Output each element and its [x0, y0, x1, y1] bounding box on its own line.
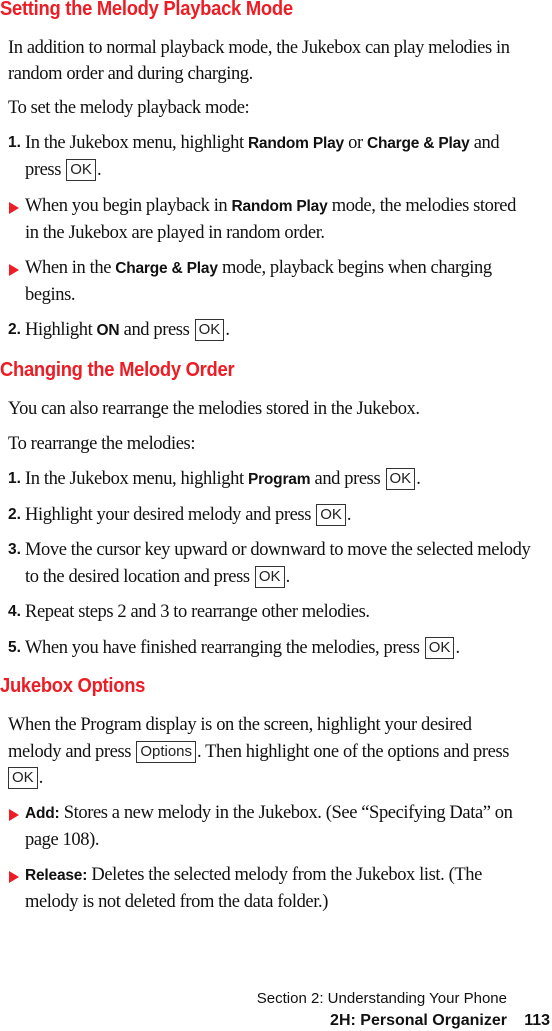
footer-chapter: 2H: Personal Organizer [330, 1012, 507, 1029]
footer-section: Section 2: Understanding Your Phone [256, 990, 507, 1007]
manual-page: Setting the Melody Playback Mode In addi… [0, 0, 552, 1031]
heading-melody-order: Changing the Melody Order [0, 359, 235, 381]
step-text: When you have finished rearranging the m… [25, 635, 460, 661]
text: . [225, 320, 230, 340]
options-key: Options [136, 741, 197, 763]
heading-jukebox-options: Jukebox Options [0, 675, 146, 697]
bullet-text: When in the Charge & Play mode, playback… [25, 255, 492, 282]
text: mode, the melodies stored [327, 196, 517, 216]
step-number: 1. [8, 134, 21, 151]
text: When you begin playback in [25, 196, 232, 216]
ok-key: OK [66, 159, 96, 181]
text: . Then highlight one of the options and … [197, 742, 510, 762]
bold-term: Charge & Play [115, 260, 218, 277]
step-text: Move the cursor key upward or downward t… [25, 540, 531, 560]
bullet-text-cont: page 108). [25, 830, 100, 850]
bold-term: Charge & Play [367, 135, 470, 152]
text: When you have finished rearranging the m… [25, 638, 424, 658]
text: . [346, 505, 352, 525]
paragraph-lead: To rearrange the melodies: [8, 434, 196, 454]
step-number: 4. [8, 603, 21, 620]
text: or [343, 133, 367, 153]
paragraph-line: OK. [8, 765, 43, 791]
bold-term: Release: [25, 867, 88, 884]
ok-key: OK [316, 504, 346, 526]
step-text: Highlight your desired melody and press … [25, 502, 352, 528]
text: . [416, 469, 421, 489]
bullet-text-cont: begins. [25, 285, 76, 305]
text: In the Jukebox menu, highlight [25, 469, 248, 489]
text: In the Jukebox menu, highlight [25, 133, 248, 153]
text: and [469, 133, 500, 153]
bullet-text-cont: melody is not deleted from the data fold… [25, 892, 328, 912]
text: Highlight [25, 320, 97, 340]
step-text: In the Jukebox menu, highlight Random Pl… [25, 130, 500, 157]
bullet-text: When you begin playback in Random Play m… [25, 193, 516, 220]
paragraph-line: melody and press Options. Then highlight… [8, 739, 509, 765]
ok-key: OK [194, 319, 225, 341]
bullet-text: Add: Stores a new melody in the Jukebox.… [25, 800, 513, 827]
bullet-triangle-icon [9, 264, 19, 276]
paragraph-intro-line: random order and during charging. [8, 64, 253, 84]
text: When in the [25, 258, 116, 278]
text: . [455, 638, 460, 658]
bold-term: ON [96, 322, 120, 339]
bullet-triangle-icon [9, 809, 19, 821]
step-number: 3. [8, 541, 21, 558]
ok-key: OK [424, 637, 455, 659]
bold-term: Random Play [231, 198, 328, 215]
page-number: 113 [524, 1012, 550, 1029]
bullet-text: Release: Deletes the selected melody fro… [25, 862, 482, 889]
text: to the desired location and press [25, 567, 254, 587]
bold-term: Program [247, 471, 311, 488]
bullet-triangle-icon [9, 202, 19, 214]
step-number: 5. [8, 639, 21, 656]
text: melody and press [8, 742, 136, 762]
text: and press [310, 469, 385, 489]
text: mode, playback begins when charging [217, 258, 492, 278]
text: press [25, 160, 66, 180]
bullet-triangle-icon [9, 871, 19, 883]
step-text-cont: press OK. [25, 157, 102, 183]
bullet-text-cont: in the Jukebox are played in random orde… [25, 223, 325, 243]
text: . [96, 160, 102, 180]
step-text: Repeat steps 2 and 3 to rearrange other … [25, 602, 370, 622]
paragraph-intro: You can also rearrange the melodies stor… [8, 399, 420, 419]
paragraph-line: When the Program display is on the scree… [8, 715, 472, 735]
step-number: 2. [8, 506, 21, 523]
text: Stores a new melody in the Jukebox. (See… [59, 803, 513, 823]
text: . [38, 768, 44, 788]
step-number: 1. [8, 470, 21, 487]
text: and press [119, 320, 194, 340]
step-text: Highlight ON and press OK. [25, 317, 230, 344]
paragraph-lead: To set the melody playback mode: [8, 98, 250, 118]
text: . [285, 567, 291, 587]
heading-playback-mode: Setting the Melody Playback Mode [0, 0, 293, 20]
step-text-cont: to the desired location and press OK. [25, 564, 290, 590]
ok-key: OK [254, 566, 285, 588]
ok-key: OK [385, 468, 416, 490]
bold-term: Add: [25, 805, 60, 822]
step-text: In the Jukebox menu, highlight Program a… [25, 466, 421, 493]
ok-key: OK [8, 767, 38, 789]
text: Highlight your desired melody and press [25, 505, 316, 525]
text: Deletes the selected melody from the Juk… [87, 865, 482, 885]
paragraph-intro-line: In addition to normal playback mode, the… [8, 38, 510, 58]
bold-term: Random Play [247, 135, 344, 152]
step-number: 2. [8, 321, 21, 338]
